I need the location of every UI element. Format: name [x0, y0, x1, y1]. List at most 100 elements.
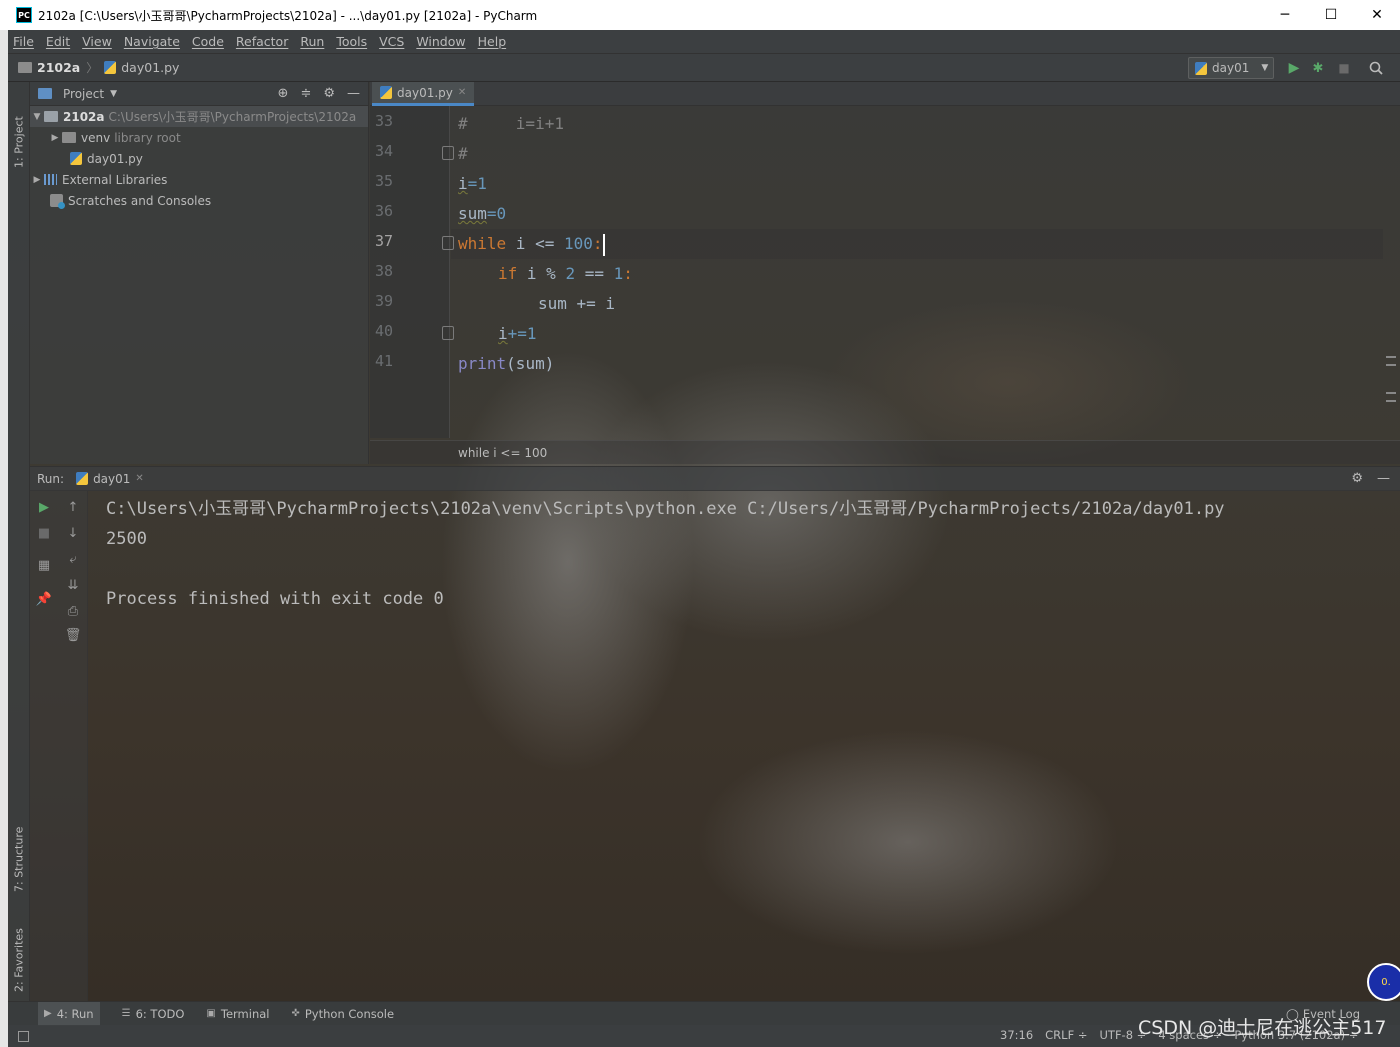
- tree-item-venv[interactable]: ▶ venv library root: [30, 127, 368, 148]
- close-tab-icon[interactable]: ✕: [458, 87, 466, 98]
- project-tab-label: 1: Project: [12, 116, 26, 168]
- menu-view[interactable]: View: [82, 34, 112, 49]
- line-number: 34: [375, 142, 394, 160]
- tool-tab-structure[interactable]: 7: Structure: [10, 802, 28, 892]
- soft-wrap-icon[interactable]: ⤶: [63, 549, 83, 569]
- editor-breadcrumb[interactable]: while i <= 100: [370, 440, 1400, 464]
- close-tab-icon[interactable]: ✕: [135, 473, 143, 484]
- nav-project-label: 2102a: [37, 60, 81, 75]
- code-editor[interactable]: # i=i+1 # i=1 sum=0 while i <= 100: if i…: [458, 106, 1358, 438]
- editor-tab-label: day01.py: [397, 85, 453, 100]
- scratches-icon: [50, 194, 65, 209]
- hide-panel-icon[interactable]: —: [347, 86, 360, 101]
- stop-icon[interactable]: ■: [34, 523, 54, 543]
- tool-windows-toggle-icon[interactable]: [18, 1030, 29, 1042]
- fold-marker-icon[interactable]: [442, 326, 454, 340]
- menu-window[interactable]: Window: [416, 34, 465, 49]
- editor-scrollbar[interactable]: [1384, 106, 1398, 438]
- nav-separator: 〉: [86, 61, 99, 75]
- hide-panel-icon[interactable]: —: [1377, 471, 1390, 486]
- project-view-select[interactable]: Project: [63, 87, 104, 101]
- floating-badge[interactable]: 0.: [1367, 963, 1400, 1001]
- library-icon: [44, 174, 57, 185]
- menu-vcs[interactable]: VCS: [379, 34, 404, 49]
- menu-code[interactable]: Code: [192, 34, 224, 49]
- bottom-tab-run[interactable]: ▶ 4: Run: [38, 1001, 100, 1026]
- code-token: while: [458, 234, 507, 253]
- bottom-tab-label: Python Console: [304, 1006, 395, 1021]
- nav-crumb-file[interactable]: day01.py: [104, 60, 179, 75]
- bottom-tab-todo[interactable]: ☰ 6: TODO: [122, 1007, 185, 1021]
- debug-button[interactable]: ✱: [1308, 58, 1328, 78]
- menu-edit[interactable]: Edit: [46, 34, 70, 49]
- code-token: :: [623, 264, 633, 283]
- tool-tab-project[interactable]: 1: Project: [10, 88, 28, 168]
- bottom-tab-python-console[interactable]: ✜ Python Console: [291, 1007, 394, 1021]
- pin-icon[interactable]: 📌: [34, 589, 54, 609]
- code-token: ==: [575, 264, 614, 283]
- menu-bar: File Edit View Navigate Code Refactor Ru…: [8, 30, 1400, 54]
- tree-item-scratches[interactable]: Scratches and Consoles: [30, 190, 368, 211]
- line-number-current: 37: [375, 232, 394, 250]
- gear-icon[interactable]: ⚙: [1351, 471, 1363, 486]
- collapse-all-icon[interactable]: ≑: [300, 86, 311, 101]
- scroll-to-end-icon[interactable]: ⇊: [63, 575, 83, 595]
- editor-tab-day01[interactable]: day01.py ✕: [372, 82, 475, 106]
- tree-item-label: Scratches and Consoles: [68, 193, 212, 208]
- layout-icon[interactable]: ▦: [34, 555, 54, 575]
- print-icon[interactable]: ⎙: [63, 601, 83, 621]
- run-button[interactable]: ▶: [1284, 58, 1304, 78]
- line-number: 36: [375, 202, 394, 220]
- code-token: 2: [565, 264, 576, 283]
- maximize-button[interactable]: ☐: [1308, 0, 1354, 30]
- code-token: sum: [458, 204, 487, 223]
- minimize-button[interactable]: ─: [1262, 0, 1308, 30]
- search-icon: [1369, 61, 1383, 75]
- fold-marker-icon[interactable]: [442, 146, 454, 160]
- gear-icon[interactable]: ⚙: [323, 86, 335, 101]
- tree-item-external-libraries[interactable]: ▶ External Libraries: [30, 169, 368, 190]
- code-token: :: [592, 234, 603, 253]
- project-view-icon: [38, 88, 52, 99]
- arrow-down-icon[interactable]: ↓: [63, 523, 83, 543]
- line-number: 39: [375, 292, 394, 310]
- project-panel-header: Project ▼ ⊕ ≑ ⚙ —: [30, 82, 368, 106]
- menu-refactor[interactable]: Refactor: [236, 34, 288, 49]
- code-token: i <=: [506, 234, 564, 253]
- bottom-tab-terminal[interactable]: ▣ Terminal: [206, 1007, 269, 1021]
- editor-gutter: 33 34 35 36 37 38 39 40 41: [370, 106, 454, 438]
- run-configuration-select[interactable]: day01 ▼: [1188, 57, 1274, 79]
- python-file-icon: [1195, 61, 1207, 75]
- left-tool-strip: 1: Project 7: Structure 2: Favorites: [8, 82, 30, 1002]
- fold-marker-icon[interactable]: [442, 236, 454, 250]
- trash-icon[interactable]: 🗑: [63, 625, 83, 645]
- search-everywhere-button[interactable]: [1366, 58, 1386, 78]
- folder-icon: [18, 62, 32, 73]
- scrollbar-marker: [1386, 400, 1396, 402]
- tree-item-project-root[interactable]: ▼ 2102a C:\Users\小玉哥哥\PycharmProjects\21…: [30, 106, 368, 127]
- arrow-up-icon[interactable]: ↑: [63, 497, 83, 517]
- tool-tab-favorites[interactable]: 2: Favorites: [10, 902, 28, 992]
- status-line-separator[interactable]: CRLF ÷: [1045, 1028, 1087, 1042]
- menu-help[interactable]: Help: [478, 34, 507, 49]
- nav-crumb-project[interactable]: 2102a: [18, 60, 80, 75]
- tree-item-day01[interactable]: day01.py: [30, 148, 368, 169]
- menu-tools[interactable]: Tools: [336, 34, 367, 49]
- menu-run[interactable]: Run: [300, 34, 324, 49]
- chevron-right-icon: ▶: [33, 174, 41, 185]
- menu-file[interactable]: File: [13, 34, 34, 49]
- breadcrumb-label: while i <= 100: [458, 445, 548, 460]
- rerun-icon[interactable]: ▶: [34, 497, 54, 517]
- close-window-button[interactable]: ✕: [1354, 0, 1400, 30]
- stop-button[interactable]: ■: [1334, 58, 1354, 78]
- python-file-icon: [76, 472, 89, 485]
- run-tab-day01[interactable]: day01 ✕: [76, 472, 144, 486]
- project-tool-window: Project ▼ ⊕ ≑ ⚙ — ▼ 2102a C:\Users\小玉哥哥\…: [30, 82, 369, 464]
- locate-file-icon[interactable]: ⊕: [278, 86, 289, 101]
- status-caret-position[interactable]: 37:16: [1000, 1028, 1033, 1042]
- run-console-output[interactable]: C:\Users\小玉哥哥\PycharmProjects\2102a\venv…: [106, 494, 1386, 614]
- console-line: Process finished with exit code 0: [106, 589, 444, 609]
- line-number: 38: [375, 262, 394, 280]
- menu-navigate[interactable]: Navigate: [124, 34, 180, 49]
- line-number: 33: [375, 112, 394, 130]
